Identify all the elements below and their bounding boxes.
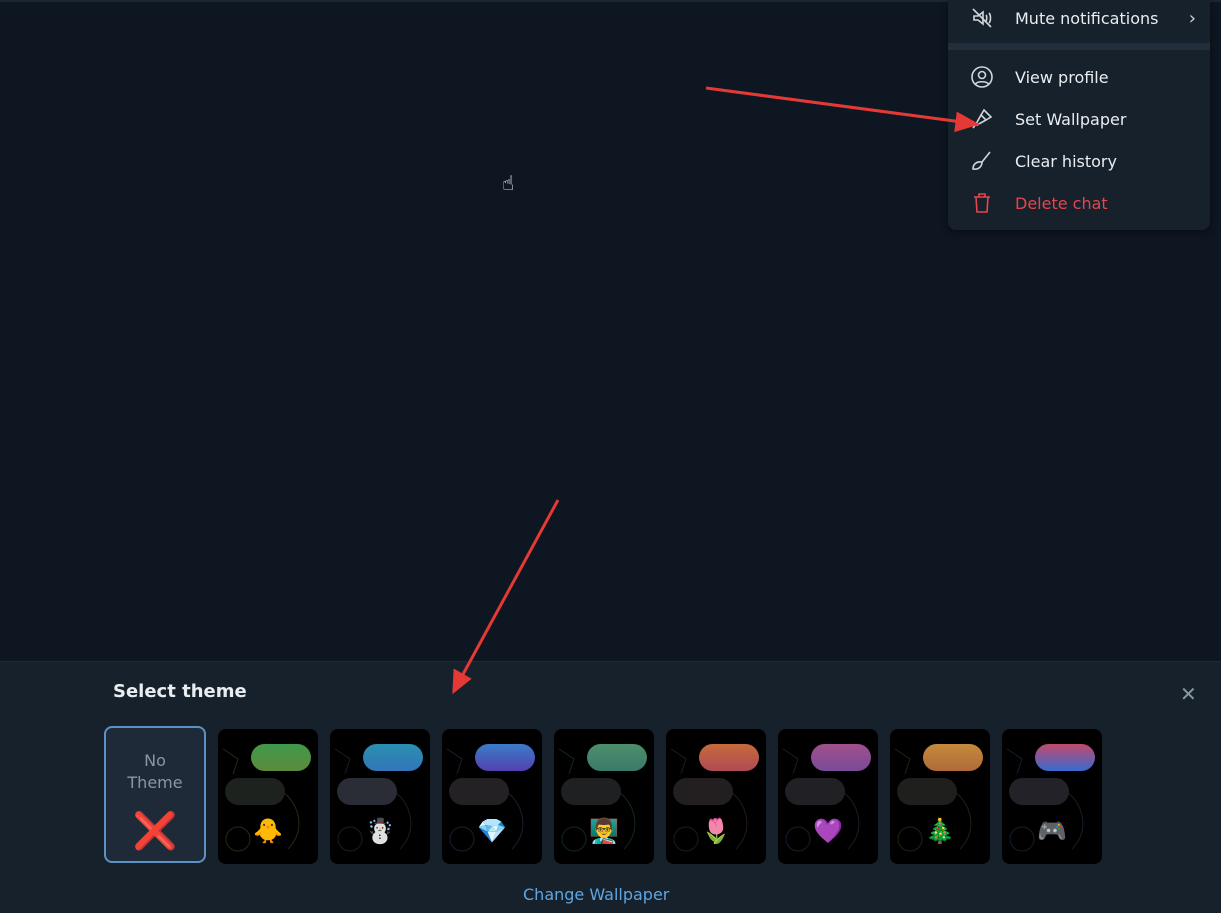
broom-icon [972,151,991,170]
panel-title: Select theme [113,681,247,702]
theme-card[interactable]: 🌷 [666,729,766,864]
outgoing-bubble-preview [923,744,983,771]
brush-icon [972,108,993,129]
theme-card[interactable]: 💜 [778,729,878,864]
theme-emoji: 🎮 [1037,817,1067,845]
theme-card[interactable]: 🎮 [1002,729,1102,864]
theme-card[interactable]: 👨‍🏫 [554,729,654,864]
theme-card[interactable]: 🐥 [218,729,318,864]
theme-emoji: 💜 [813,817,843,845]
incoming-bubble-preview [337,778,397,805]
change-wallpaper-link[interactable]: Change Wallpaper [523,885,669,904]
annotation-arrow-panel [459,499,560,679]
close-icon[interactable]: ✕ [1180,682,1197,706]
trash-icon [974,193,990,213]
outgoing-bubble-preview [587,744,647,771]
menu-separator [948,43,1210,50]
annotation-arrow-menu [705,86,963,124]
theme-emoji: 🌷 [701,817,731,845]
incoming-bubble-preview [225,778,285,805]
theme-emoji: 💎 [477,817,507,845]
outgoing-bubble-preview [811,744,871,771]
theme-card[interactable]: 🎄 [890,729,990,864]
menu-item-clear-history[interactable]: Clear history [948,141,1210,181]
no-theme-label: No Theme [127,751,183,792]
theme-emoji: 👨‍🏫 [589,817,619,845]
hand-cursor-icon: ☝ [502,171,515,195]
incoming-bubble-preview [449,778,509,805]
outgoing-bubble-preview [251,744,311,771]
cross-mark-icon: ❌ [132,811,178,852]
profile-icon [971,66,993,88]
outgoing-bubble-preview [699,744,759,771]
outgoing-bubble-preview [475,744,535,771]
theme-card[interactable]: 💎 [442,729,542,864]
theme-emoji: 🐥 [253,817,283,845]
chevron-right-icon: › [1188,7,1196,29]
menu-item-delete-chat[interactable]: Delete chat [948,183,1210,223]
menu-item-set-wallpaper[interactable]: Set Wallpaper [948,99,1210,139]
incoming-bubble-preview [561,778,621,805]
outgoing-bubble-preview [363,744,423,771]
theme-emoji: 🎄 [925,817,955,845]
chat-context-menu: Mute notifications › View profile Set Wa… [948,0,1210,230]
incoming-bubble-preview [673,778,733,805]
theme-card[interactable]: ☃️ [330,729,430,864]
incoming-bubble-preview [1009,778,1069,805]
theme-card-no-theme[interactable]: No Theme ❌ [104,726,206,863]
outgoing-bubble-preview [1035,744,1095,771]
mute-icon [972,8,992,28]
incoming-bubble-preview [785,778,845,805]
menu-item-mute-notifications[interactable]: Mute notifications › [948,0,1210,38]
menu-item-view-profile[interactable]: View profile [948,57,1210,97]
theme-panel: Select theme ✕ No Theme ❌ 🐥 ☃️ 💎 👨‍🏫 🌷 💜… [0,661,1221,913]
theme-emoji: ☃️ [365,817,395,845]
incoming-bubble-preview [897,778,957,805]
